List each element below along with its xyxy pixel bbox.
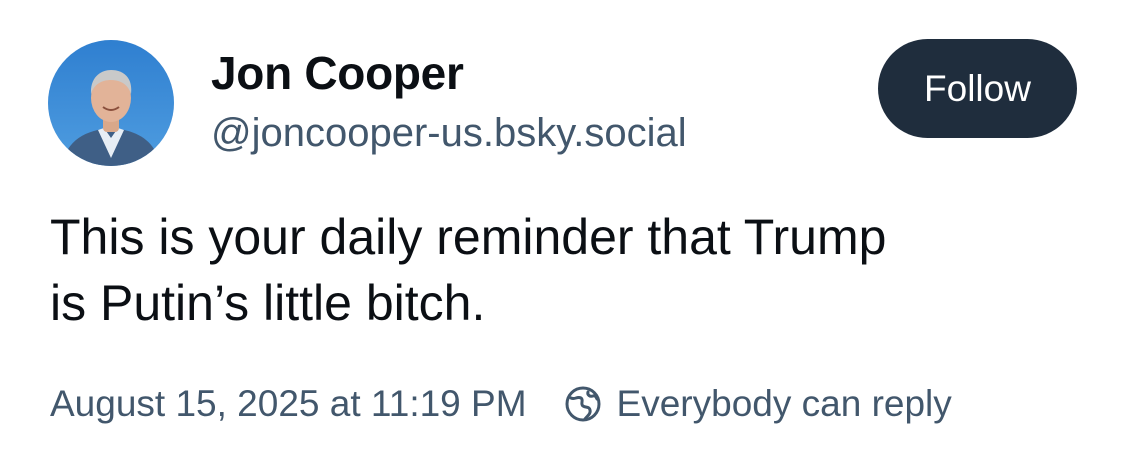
avatar-photo xyxy=(48,40,174,166)
avatar[interactable] xyxy=(48,40,174,166)
follow-button[interactable]: Follow xyxy=(878,39,1077,138)
post-card: Jon Cooper @joncooper-us.bsky.social Fol… xyxy=(0,0,1125,461)
author-display-name[interactable]: Jon Cooper xyxy=(211,44,687,102)
post-text: This is your daily reminder that Trump i… xyxy=(50,209,887,331)
reply-setting[interactable]: Everybody can reply xyxy=(563,380,952,428)
post-timestamp[interactable]: August 15, 2025 at 11:19 PM xyxy=(50,380,527,428)
author-handle[interactable]: @joncooper-us.bsky.social xyxy=(211,106,687,160)
globe-icon xyxy=(563,384,603,424)
post-meta: August 15, 2025 at 11:19 PM Everybody ca… xyxy=(50,380,952,428)
reply-setting-label: Everybody can reply xyxy=(616,383,952,424)
author-info: Jon Cooper @joncooper-us.bsky.social xyxy=(211,44,687,160)
